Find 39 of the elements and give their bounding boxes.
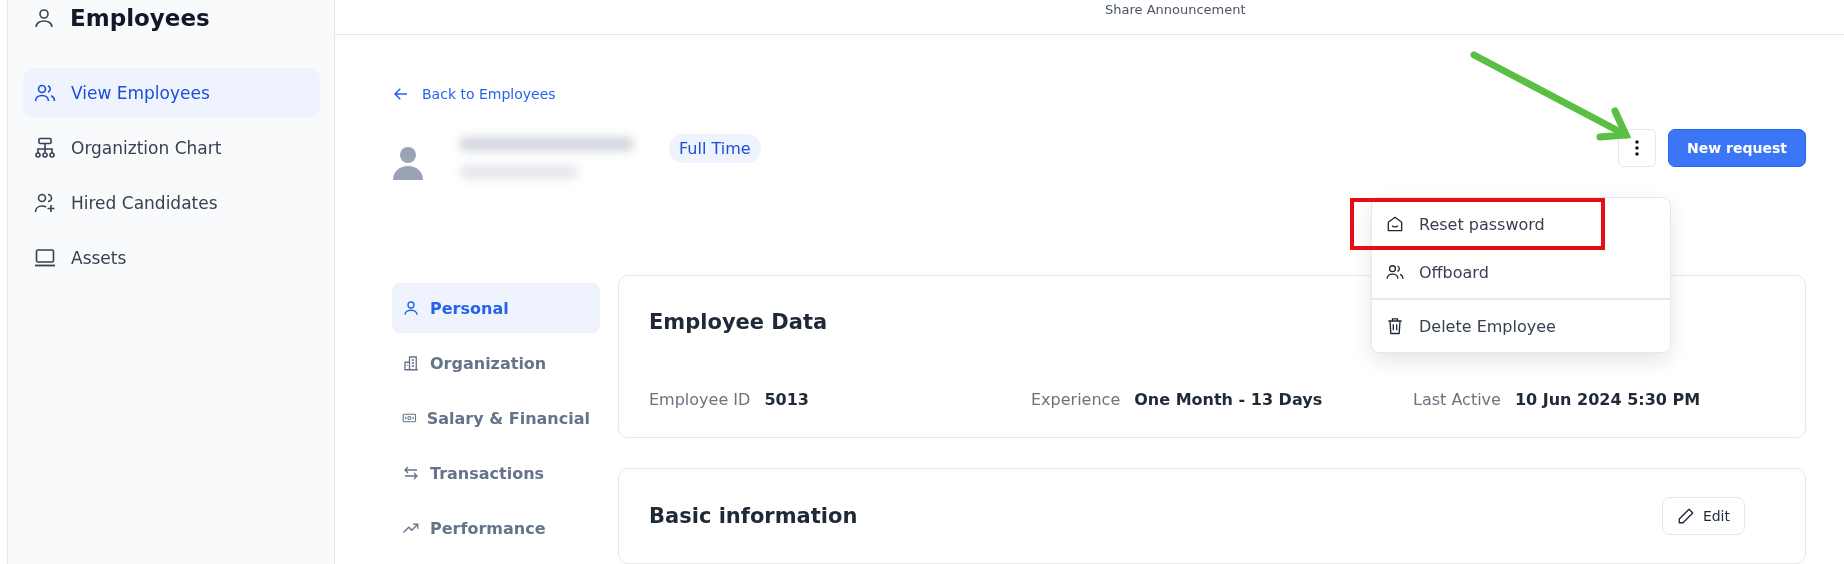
- new-request-button[interactable]: New request: [1668, 129, 1806, 167]
- section-tab[interactable]: Transactions: [392, 448, 600, 498]
- arrow-left-icon: [392, 85, 410, 103]
- building-icon: [402, 354, 420, 372]
- user-icon: [32, 6, 56, 30]
- pencil-icon: [1676, 507, 1695, 525]
- field-label: Last Active: [1413, 390, 1501, 409]
- sidebar-item[interactable]: Hired Candidates: [23, 178, 320, 227]
- trash-icon: [1385, 316, 1405, 336]
- back-link[interactable]: Back to Employees: [392, 85, 1806, 103]
- sidebar-item[interactable]: View Employees: [23, 68, 320, 117]
- edit-button[interactable]: Edit: [1661, 497, 1745, 535]
- swap-icon: [402, 464, 420, 482]
- card-title: Employee Data: [649, 310, 828, 334]
- sidebar-item[interactable]: Organiztion Chart: [23, 123, 320, 172]
- section-tab[interactable]: Personal: [392, 283, 600, 333]
- section-tab[interactable]: Organization: [392, 338, 600, 388]
- menu-item[interactable]: Reset password: [1352, 200, 1603, 248]
- more-button[interactable]: [1618, 129, 1657, 167]
- menu-item[interactable]: Offboard: [1372, 248, 1670, 296]
- employment-badge: Full Time: [669, 133, 761, 163]
- sidebar-title: Employees: [70, 5, 210, 31]
- person-icon: [402, 299, 420, 317]
- section-tab[interactable]: Salary & Financial: [392, 393, 600, 443]
- users-icon: [1385, 262, 1405, 282]
- field-value: 10 Jun 2024 5:30 PM: [1514, 390, 1701, 409]
- avatar-icon: [392, 146, 424, 180]
- section-tab[interactable]: Performance: [392, 503, 600, 553]
- card-title: Basic information: [649, 504, 858, 528]
- field-label: Experience: [1031, 390, 1121, 409]
- menu-item[interactable]: Delete Employee: [1372, 302, 1670, 350]
- share-announcement-link[interactable]: Share Announcement: [1105, 0, 1246, 17]
- field-value: One Month - 13 Days: [1134, 390, 1323, 409]
- hierarchy-icon: [33, 135, 57, 160]
- more-vertical-icon: [1634, 139, 1641, 157]
- sidebar-item[interactable]: Assets: [23, 233, 320, 282]
- house-icon: [1385, 214, 1405, 234]
- field-label: Employee ID: [649, 390, 751, 409]
- field-value: 5013: [764, 390, 809, 409]
